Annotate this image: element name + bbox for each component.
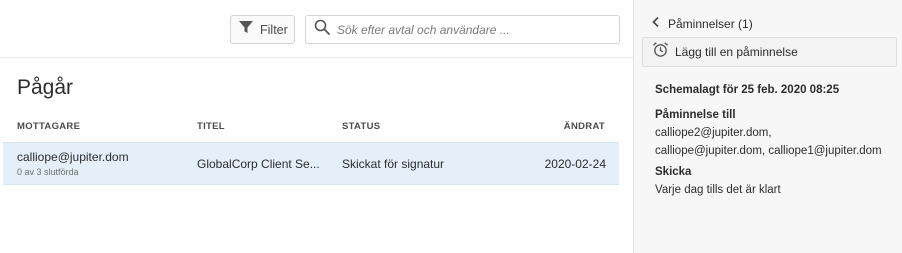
column-header-recipient[interactable]: MOTTAGARE bbox=[17, 121, 80, 132]
scheduled-heading: Schemalagt för 25 feb. 2020 08:25 bbox=[655, 84, 840, 96]
filter-button-label: Filter bbox=[260, 22, 288, 37]
reminder-to-label: Påminnelse till bbox=[655, 109, 736, 121]
section-title: Pågår bbox=[17, 76, 74, 99]
add-reminder-label: Lägg till en påminnelse bbox=[675, 45, 798, 59]
reminder-recipients-line1: calliope2@jupiter.dom, bbox=[655, 127, 772, 139]
search-input[interactable] bbox=[337, 22, 617, 37]
table-header: MOTTAGARE TITEL STATUS ÄNDRAT bbox=[0, 121, 633, 135]
send-frequency: Varje dag tills det är klart bbox=[655, 184, 781, 196]
panel-title: Påminnelser (1) bbox=[668, 17, 753, 31]
filter-button[interactable]: Filter bbox=[230, 15, 295, 44]
reminder-recipients-line2: calliope@jupiter.dom, calliope1@jupiter.… bbox=[655, 145, 882, 157]
column-header-title[interactable]: TITEL bbox=[197, 121, 225, 132]
table-row[interactable]: calliope@jupiter.dom 0 av 3 slutförda Gl… bbox=[3, 142, 619, 185]
app-root: Filter Pågår MOTTAGARE TITEL STATUS ÄNDR… bbox=[0, 0, 902, 253]
row-progress: 0 av 3 slutförda bbox=[17, 167, 79, 177]
main-area: Filter Pågår MOTTAGARE TITEL STATUS ÄNDR… bbox=[0, 0, 633, 253]
chevron-left-icon bbox=[651, 15, 661, 33]
column-header-status[interactable]: STATUS bbox=[342, 121, 380, 132]
row-title: GlobalCorp Client Se... bbox=[197, 157, 320, 171]
reminders-panel: Påminnelser (1) Lägg till en påminnelse … bbox=[633, 0, 902, 253]
row-recipient: calliope@jupiter.dom bbox=[17, 150, 129, 164]
toolbar: Filter bbox=[0, 0, 633, 58]
row-status: Skickat för signatur bbox=[342, 157, 445, 171]
row-changed-date: 2020-02-24 bbox=[544, 157, 606, 171]
search-box[interactable] bbox=[305, 15, 620, 44]
add-reminder-button[interactable]: Lägg till en påminnelse bbox=[642, 37, 897, 67]
send-label: Skicka bbox=[655, 166, 692, 178]
search-icon bbox=[314, 19, 330, 40]
alarm-clock-icon bbox=[652, 41, 669, 63]
filter-icon bbox=[238, 19, 254, 40]
column-header-changed[interactable]: ÄNDRAT bbox=[564, 121, 605, 132]
back-to-reminders-link[interactable]: Påminnelser (1) bbox=[651, 15, 753, 33]
